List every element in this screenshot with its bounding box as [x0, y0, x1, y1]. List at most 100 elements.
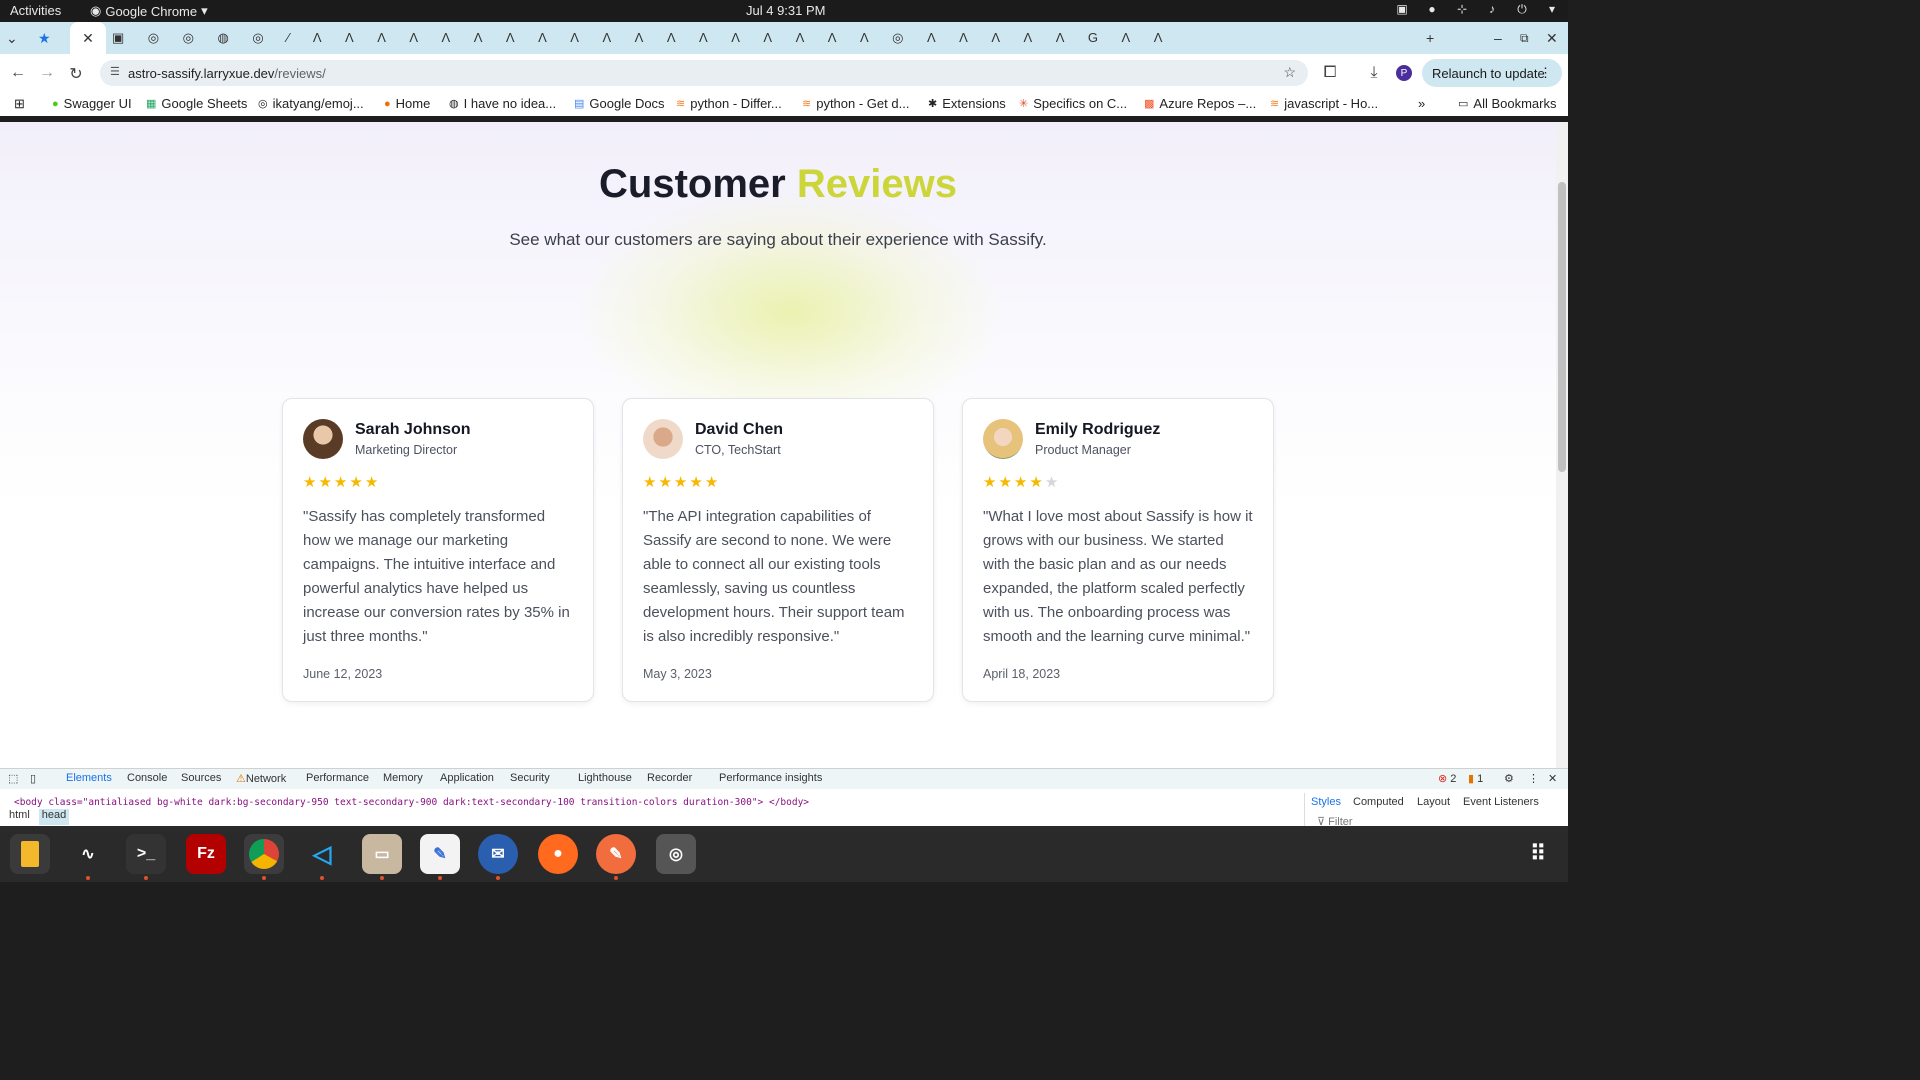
bookmark-star-icon[interactable]: ☆	[1283, 64, 1296, 81]
tab-lighthouse[interactable]: Lighthouse	[578, 772, 632, 784]
bookmark-item[interactable]: ● Home	[384, 96, 430, 111]
extensions-icon[interactable]: ⧠	[1321, 64, 1339, 82]
scrollbar-thumb[interactable]	[1558, 182, 1566, 472]
text-editor-icon[interactable]: ✎	[420, 834, 460, 874]
url-host: astro-sassify.larryxue.dev	[128, 65, 275, 81]
star-icon: ★	[364, 474, 381, 491]
bookmark-item[interactable]: ▤ Google Docs	[574, 96, 665, 111]
tab-application[interactable]: Application	[440, 772, 494, 784]
device-toggle-icon[interactable]: ▯	[30, 772, 36, 785]
active-tab[interactable]: ✕	[70, 22, 106, 54]
address-bar[interactable]: ☰ astro-sassify.larryxue.dev/reviews/ ☆	[100, 60, 1308, 86]
star-icon: ★	[1013, 474, 1030, 491]
tab-computed[interactable]: Computed	[1353, 796, 1404, 808]
tab-list[interactable]: ▣◎◎◍◎⁄ΛΛΛΛΛΛΛΛΛΛΛΛΛΛΛΛΛΛ◎ΛΛΛΛΛGΛΛ	[112, 22, 1186, 54]
tab-layout[interactable]: Layout	[1417, 796, 1450, 808]
files-icon[interactable]: ▭	[362, 834, 402, 874]
crumb-html[interactable]: html	[6, 809, 33, 825]
relaunch-button[interactable]: Relaunch to update ⋮	[1422, 59, 1562, 87]
bookmark-item[interactable]: ◎ ikatyang/emoj...	[258, 96, 364, 111]
show-apps-icon[interactable]: ⠿	[1518, 834, 1558, 874]
tab-console[interactable]: Console	[127, 772, 167, 784]
postman-icon[interactable]: ✎	[596, 834, 636, 874]
review-date: June 12, 2023	[303, 667, 383, 681]
app-menu[interactable]: ◉ Google Chrome ▾	[90, 3, 208, 19]
app-icon[interactable]: ◎	[656, 834, 696, 874]
minimize-icon[interactable]: –	[1494, 22, 1502, 54]
bookmark-item[interactable]: ≋ python - Differ...	[676, 96, 782, 111]
tab-elements[interactable]: Elements	[66, 772, 112, 784]
profile-avatar[interactable]: P	[1396, 65, 1412, 81]
power-icon[interactable]: ⏻	[1514, 2, 1530, 17]
title-accent: Reviews	[796, 162, 957, 206]
reload-icon[interactable]: ↻	[67, 64, 85, 84]
bookmark-item[interactable]: ▦ Google Sheets	[146, 96, 247, 111]
apps-grid-icon[interactable]: ⊞	[14, 96, 25, 112]
star-icon: ★	[998, 474, 1014, 491]
tab-memory[interactable]: Memory	[383, 772, 423, 784]
bookmark-item[interactable]: ✳ Specifics on C...	[1019, 96, 1127, 111]
star-empty-icon: ★	[1044, 474, 1061, 491]
vscode-icon[interactable]: ◁	[302, 834, 342, 874]
warning-count[interactable]: ▮ 1	[1468, 772, 1483, 785]
crumb-head[interactable]: head	[38, 809, 70, 825]
error-icon: ⊗	[1438, 773, 1448, 785]
devtools-menu-icon[interactable]: ⋮	[1528, 772, 1539, 785]
settings-gear-icon[interactable]: ⚙	[1504, 772, 1514, 785]
notes-app-icon[interactable]	[10, 834, 50, 874]
more-bookmarks-icon[interactable]: »	[1418, 96, 1425, 111]
bookmark-tab-icon[interactable]: ★	[38, 22, 51, 54]
activities-button[interactable]: Activities	[10, 3, 61, 18]
system-monitor-icon[interactable]: ∿	[68, 834, 108, 874]
tab-styles[interactable]: Styles	[1311, 796, 1341, 808]
more-menu-icon[interactable]: ⋮	[1539, 65, 1552, 81]
inspect-icon[interactable]: ⬚	[8, 772, 18, 785]
network-icon[interactable]: ⊹	[1454, 2, 1470, 17]
terminal-icon[interactable]: >_	[126, 834, 166, 874]
app-indicator-icon[interactable]: ●	[1424, 2, 1440, 17]
tab-network[interactable]: ⚠Network	[236, 772, 286, 785]
volume-icon[interactable]: ♪	[1484, 2, 1500, 17]
dropdown-icon[interactable]: ▾	[1544, 2, 1560, 17]
reviewer-role: Marketing Director	[355, 443, 458, 457]
avatar	[643, 419, 683, 459]
reviewer-name: Sarah Johnson	[355, 421, 471, 438]
tab-event-listeners[interactable]: Event Listeners	[1463, 796, 1539, 808]
bookmark-item[interactable]: ≋ javascript - Ho...	[1270, 96, 1378, 111]
chrome-icon[interactable]	[244, 834, 284, 874]
tab-performance-insights[interactable]: Performance insights	[719, 772, 822, 784]
close-tab-icon[interactable]: ✕	[82, 30, 94, 47]
chrome-icon: ◉	[90, 3, 102, 18]
new-tab-button[interactable]: +	[1426, 22, 1434, 54]
dom-body-node[interactable]: <body class="antialiased bg-white dark:b…	[14, 797, 809, 808]
close-window-icon[interactable]: ✕	[1546, 22, 1558, 54]
download-icon[interactable]: ⤓	[1365, 64, 1383, 82]
folder-icon: ▭	[1458, 98, 1469, 110]
page-scrollbar[interactable]	[1556, 122, 1568, 768]
back-icon[interactable]: ←	[9, 64, 27, 82]
tab-performance[interactable]: Performance	[306, 772, 369, 784]
restore-icon[interactable]: ⧉	[1520, 22, 1529, 54]
bookmark-item[interactable]: ≋ python - Get d...	[802, 96, 909, 111]
firefox-icon[interactable]: ●	[538, 834, 578, 874]
system-tray[interactable]: ▣ ● ⊹ ♪ ⏻ ▾	[1394, 2, 1560, 17]
bookmark-item[interactable]: ▩ Azure Repos –...	[1144, 96, 1256, 111]
tab-sources[interactable]: Sources	[181, 772, 221, 784]
tab-search-icon[interactable]: ⌄	[6, 22, 18, 54]
clock[interactable]: Jul 4 9:31 PM	[746, 3, 826, 18]
star-icon: ★	[333, 474, 350, 491]
home-icon: ●	[384, 97, 391, 110]
close-devtools-icon[interactable]: ✕	[1548, 772, 1557, 785]
tab-recorder[interactable]: Recorder	[647, 772, 692, 784]
site-info-icon[interactable]: ☰	[110, 65, 120, 78]
thunderbird-icon[interactable]: ✉	[478, 834, 518, 874]
filezilla-icon[interactable]: Fz	[186, 834, 226, 874]
tab-security[interactable]: Security	[510, 772, 550, 784]
bookmark-item[interactable]: ◍ I have no idea...	[449, 96, 556, 111]
error-count[interactable]: ⊗ 2	[1438, 772, 1456, 785]
all-bookmarks[interactable]: ▭ All Bookmarks	[1458, 96, 1556, 111]
bookmark-item[interactable]: ● Swagger UI	[52, 96, 132, 111]
bookmark-item[interactable]: ✱ Extensions	[928, 96, 1006, 111]
forward-icon[interactable]: →	[38, 64, 56, 82]
teams-icon[interactable]: ▣	[1394, 2, 1410, 17]
